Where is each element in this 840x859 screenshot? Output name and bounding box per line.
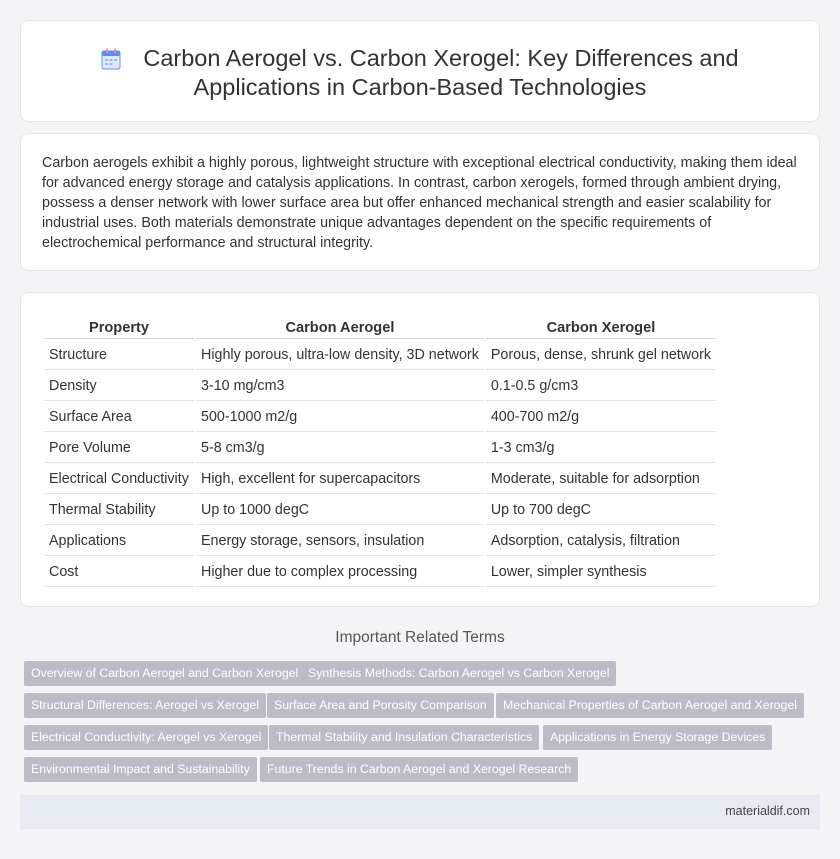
row-aerogel-value: High, excellent for supercapacitors xyxy=(196,465,484,494)
row-property: Cost xyxy=(44,558,194,587)
term-mechanical-properties-link[interactable]: Mechanical Properties of Carbon Aerogel … xyxy=(496,693,804,718)
row-xerogel-value: Porous, dense, shrunk gel network xyxy=(485,341,716,370)
term-energy-storage-link[interactable]: Applications in Energy Storage Devices xyxy=(543,725,773,750)
term-synthesis-methods-link[interactable]: Synthesis Methods: Carbon Aerogel vs Car… xyxy=(301,661,617,686)
row-property: Surface Area xyxy=(44,403,194,432)
row-xerogel-value: 0.1-0.5 g/cm3 xyxy=(485,372,716,401)
row-xerogel-value: Moderate, suitable for adsorption xyxy=(485,465,716,494)
intro-card: Carbon aerogels exhibit a highly porous,… xyxy=(20,133,820,271)
row-property: Applications xyxy=(44,527,194,556)
header-card: Carbon Aerogel vs. Carbon Xerogel: Key D… xyxy=(20,20,820,122)
document-icon xyxy=(101,48,121,70)
row-aerogel-value: Energy storage, sensors, insulation xyxy=(196,527,484,556)
related-terms-heading: Important Related Terms xyxy=(335,629,505,646)
table-row: Thermal Stability Up to 1000 degC Up to … xyxy=(44,496,716,525)
row-property: Structure xyxy=(44,341,194,370)
row-aerogel-value: Highly porous, ultra-low density, 3D net… xyxy=(196,341,484,370)
term-environmental-impact-link[interactable]: Environmental Impact and Sustainability xyxy=(24,757,257,782)
header-carbon-xerogel: Carbon Xerogel xyxy=(485,314,716,339)
row-property: Thermal Stability xyxy=(44,496,194,525)
term-surface-area-link[interactable]: Surface Area and Porosity Comparison xyxy=(267,693,494,718)
footer-bar: materialdif.com xyxy=(20,795,820,829)
intro-paragraph: Carbon aerogels exhibit a highly porous,… xyxy=(42,155,797,251)
row-xerogel-value: 1-3 cm3/g xyxy=(485,434,716,463)
header-property: Property xyxy=(44,314,194,339)
row-property: Density xyxy=(44,372,194,401)
term-future-trends-link[interactable]: Future Trends in Carbon Aerogel and Xero… xyxy=(260,757,579,782)
row-xerogel-value: Lower, simpler synthesis xyxy=(485,558,716,587)
row-aerogel-value: Higher due to complex processing xyxy=(196,558,484,587)
row-xerogel-value: Adsorption, catalysis, filtration xyxy=(485,527,716,556)
row-property: Electrical Conductivity xyxy=(44,465,194,494)
title-row: Carbon Aerogel vs. Carbon Xerogel: Key D… xyxy=(21,44,819,102)
comparison-card: Property Carbon Aerogel Carbon Xerogel S… xyxy=(20,292,820,607)
comparison-table: Property Carbon Aerogel Carbon Xerogel S… xyxy=(42,312,718,589)
table-row: Pore Volume 5-8 cm3/g 1-3 cm3/g xyxy=(44,434,716,463)
row-aerogel-value: 500-1000 m2/g xyxy=(196,403,484,432)
table-row: Density 3-10 mg/cm3 0.1-0.5 g/cm3 xyxy=(44,372,716,401)
table-row: Applications Energy storage, sensors, in… xyxy=(44,527,716,556)
term-overview-link[interactable]: Overview of Carbon Aerogel and Carbon Xe… xyxy=(24,661,306,686)
row-xerogel-value: 400-700 m2/g xyxy=(485,403,716,432)
table-row: Surface Area 500-1000 m2/g 400-700 m2/g xyxy=(44,403,716,432)
row-property: Pore Volume xyxy=(44,434,194,463)
table-row: Electrical Conductivity High, excellent … xyxy=(44,465,716,494)
table-row: Structure Highly porous, ultra-low densi… xyxy=(44,341,716,370)
row-aerogel-value: 5-8 cm3/g xyxy=(196,434,484,463)
term-thermal-stability-link[interactable]: Thermal Stability and Insulation Charact… xyxy=(269,725,540,750)
row-xerogel-value: Up to 700 degC xyxy=(485,496,716,525)
footer-site-name: materialdif.com xyxy=(725,804,810,818)
row-aerogel-value: 3-10 mg/cm3 xyxy=(196,372,484,401)
page-title-line2: Applications in Carbon-Based Technologie… xyxy=(193,74,647,100)
header-carbon-aerogel: Carbon Aerogel xyxy=(196,314,484,339)
table-header-row: Property Carbon Aerogel Carbon Xerogel xyxy=(44,314,716,339)
term-electrical-conductivity-link[interactable]: Electrical Conductivity: Aerogel vs Xero… xyxy=(24,725,269,750)
row-aerogel-value: Up to 1000 degC xyxy=(196,496,484,525)
term-structural-differences-link[interactable]: Structural Differences: Aerogel vs Xerog… xyxy=(24,693,267,718)
table-row: Cost Higher due to complex processing Lo… xyxy=(44,558,716,587)
page-title-line1: Carbon Aerogel vs. Carbon Xerogel: Key D… xyxy=(143,45,739,71)
